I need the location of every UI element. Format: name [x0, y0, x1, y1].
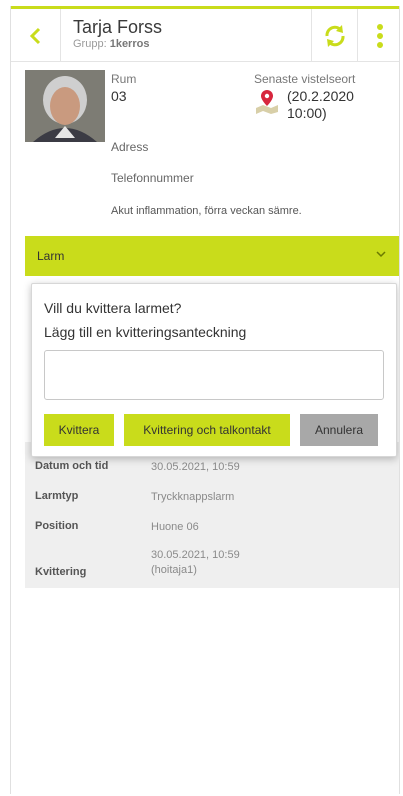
detail-value-datetime: 30.05.2021, 10:59: [151, 461, 240, 473]
refresh-icon: [324, 24, 345, 47]
detail-key-position: Position: [35, 520, 79, 532]
patient-avatar: [25, 70, 105, 142]
acknowledge-dialog: Vill du kvittera larmet? Lägg till en kv…: [31, 283, 397, 457]
detail-value-position: Huone 06: [151, 521, 199, 533]
group-subtitle: Grupp: 1kerros: [73, 38, 149, 50]
dialog-subtitle: Lägg till en kvitteringsanteckning: [44, 324, 247, 340]
room-value: 03: [111, 88, 127, 104]
cancel-button[interactable]: Annulera: [300, 414, 378, 446]
detail-key-datetime: Datum och tid: [35, 460, 109, 472]
app-frame: Tarja Forss Grupp: 1kerros Rum 03 Senast…: [10, 6, 400, 794]
acknowledge-button[interactable]: Kvittera: [44, 414, 114, 446]
more-vertical-icon: [376, 23, 383, 48]
group-label: Grupp:: [73, 38, 107, 50]
patient-note: Akut inflammation, förra veckan sämre.: [111, 205, 302, 217]
detail-key-ack: Kvittering: [35, 566, 87, 578]
alarm-details: Datum och tid 30.05.2021, 10:59 Larmtyp …: [25, 442, 399, 588]
acknowledge-and-talk-button[interactable]: Kvittering och talkontakt: [124, 414, 290, 446]
chevron-down-icon: [376, 251, 386, 258]
detail-key-type: Larmtyp: [35, 490, 79, 502]
acknowledgement-note-input[interactable]: [44, 350, 384, 400]
phone-label: Telefonnummer: [111, 171, 194, 185]
detail-value-ack: 30.05.2021, 10:59 (hoitaja1): [151, 549, 240, 576]
address-label: Adress: [111, 140, 149, 154]
map-pin-icon: [254, 88, 280, 119]
last-seen-label: Senaste vistelseort: [254, 72, 356, 86]
back-button[interactable]: [11, 9, 61, 62]
last-seen-value: (20.2.2020 10:00): [287, 88, 354, 121]
alarm-section-header[interactable]: Larm: [25, 236, 399, 276]
alarm-section-label: Larm: [37, 249, 65, 263]
page-title: Tarja Forss: [73, 17, 163, 37]
more-menu-button[interactable]: [357, 9, 399, 62]
detail-value-type: Tryckknappslarm: [151, 491, 235, 503]
dialog-title: Vill du kvittera larmet?: [44, 300, 182, 316]
chevron-left-icon: [29, 27, 40, 44]
group-name: 1kerros: [109, 38, 150, 50]
room-label: Rum: [111, 72, 137, 86]
top-bar: Tarja Forss Grupp: 1kerros: [11, 6, 399, 62]
refresh-button[interactable]: [311, 9, 357, 62]
